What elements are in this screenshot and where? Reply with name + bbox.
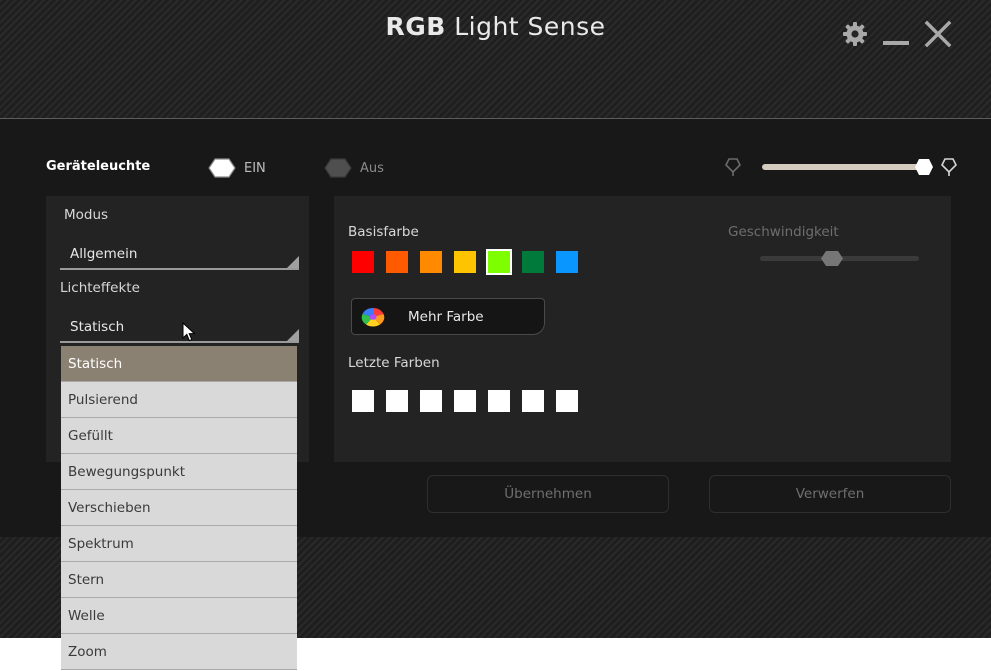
base-color-swatch[interactable] xyxy=(420,251,442,273)
bulb-dim-icon xyxy=(725,158,741,176)
hexagon-on-icon xyxy=(208,158,236,178)
minimize-icon xyxy=(883,41,909,45)
recent-color-swatch[interactable] xyxy=(522,390,544,412)
effect-option[interactable]: Pulsierend xyxy=(61,382,297,418)
close-icon xyxy=(924,20,952,48)
speed-thumb[interactable] xyxy=(820,250,844,267)
color-wheel-icon xyxy=(361,307,385,327)
hexagon-off-icon xyxy=(324,158,352,178)
apply-button[interactable]: Übernehmen xyxy=(427,475,669,513)
recent-colors-label: Letzte Farben xyxy=(348,355,440,371)
effect-option[interactable]: Gefüllt xyxy=(61,418,297,454)
recent-color-swatch[interactable] xyxy=(488,390,510,412)
effect-option[interactable]: Spektrum xyxy=(61,526,297,562)
recent-color-swatch[interactable] xyxy=(352,390,374,412)
settings-button[interactable] xyxy=(841,20,869,52)
recent-color-swatch[interactable] xyxy=(386,390,408,412)
device-light-label: Geräteleuchte xyxy=(46,159,151,174)
dropdown-corner-icon xyxy=(287,329,299,341)
effect-option[interactable]: Stern xyxy=(61,562,297,598)
recent-color-swatch[interactable] xyxy=(556,390,578,412)
bulb-bright-icon xyxy=(941,158,957,176)
base-color-swatch[interactable] xyxy=(386,251,408,273)
recent-color-swatch[interactable] xyxy=(454,390,476,412)
device-light-off-toggle[interactable]: Aus xyxy=(324,157,384,179)
brightness-track[interactable] xyxy=(762,164,932,170)
effects-dropdown-list: Statisch Pulsierend Gefüllt Bewegungspunkt V… xyxy=(61,346,297,670)
base-color-swatch[interactable] xyxy=(522,251,544,273)
mouse-cursor-icon xyxy=(182,322,196,342)
minimize-button[interactable] xyxy=(882,20,910,52)
base-color-swatch[interactable] xyxy=(454,251,476,273)
base-color-swatch[interactable] xyxy=(486,249,512,275)
speed-label: Geschwindigkeit xyxy=(728,224,839,240)
base-color-swatch[interactable] xyxy=(556,251,578,273)
modus-value: Allgemein xyxy=(70,246,138,262)
more-color-label: Mehr Farbe xyxy=(408,309,484,325)
effect-option[interactable]: Bewegungspunkt xyxy=(61,454,297,490)
effects-dropdown[interactable]: Statisch xyxy=(60,311,299,343)
discard-button[interactable]: Verwerfen xyxy=(709,475,951,513)
on-label: EIN xyxy=(244,160,266,176)
modus-label: Modus xyxy=(64,207,109,223)
modus-dropdown[interactable]: Allgemein xyxy=(60,238,299,270)
effects-value: Statisch xyxy=(70,319,125,335)
base-color-label: Basisfarbe xyxy=(348,224,419,240)
close-button[interactable] xyxy=(924,20,952,52)
more-color-button[interactable]: Mehr Farbe xyxy=(351,298,545,335)
gear-icon xyxy=(843,22,867,46)
effect-option[interactable]: Statisch xyxy=(61,346,297,382)
effects-label: Lichteffekte xyxy=(60,280,140,296)
effect-option[interactable]: Verschieben xyxy=(61,490,297,526)
effect-option[interactable]: Zoom xyxy=(61,634,297,670)
recent-color-swatch[interactable] xyxy=(420,390,442,412)
brightness-thumb[interactable] xyxy=(914,158,934,176)
dropdown-corner-icon xyxy=(287,256,299,268)
base-color-swatch[interactable] xyxy=(352,251,374,273)
brightness-slider[interactable] xyxy=(724,156,964,178)
effect-option[interactable]: Welle xyxy=(61,598,297,634)
off-label: Aus xyxy=(360,160,384,176)
device-light-on-toggle[interactable]: EIN xyxy=(208,157,266,179)
